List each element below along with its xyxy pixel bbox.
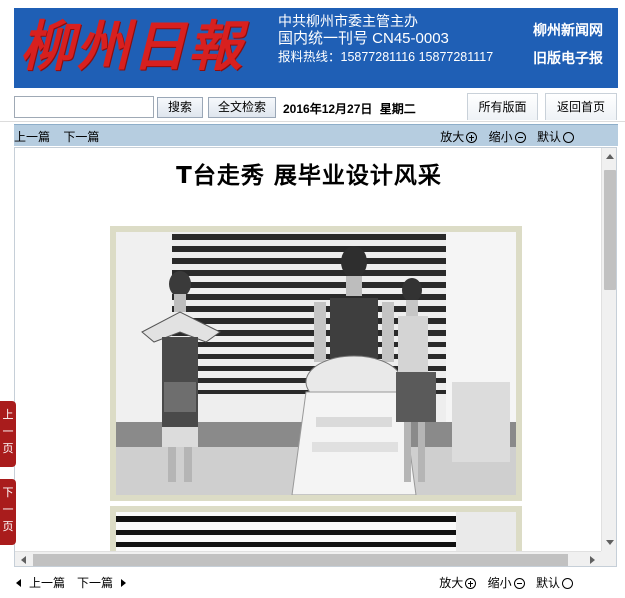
zoom-out-control-bottom[interactable]: 缩小: [488, 576, 525, 590]
minus-icon: [514, 132, 526, 143]
article-toolbar-bottom: 上一篇 下一篇 放大 缩小 默认: [0, 568, 625, 594]
next-article-link[interactable]: 下一篇: [63, 130, 99, 144]
scroll-down-arrow-icon[interactable]: [606, 540, 614, 545]
prev-article-link[interactable]: 上一篇: [14, 130, 50, 144]
zoom-default-control-bottom[interactable]: 默认: [536, 576, 573, 590]
scroll-left-arrow-icon[interactable]: [21, 556, 26, 564]
minus-icon: [513, 578, 525, 589]
horizontal-scrollbar[interactable]: [15, 551, 601, 566]
search-button[interactable]: 搜索: [157, 97, 203, 118]
issn-line: 国内统一刊号 CN45-0003: [278, 30, 449, 47]
zoom-out-label-bottom: 缩小: [487, 576, 512, 590]
plus-icon: [466, 132, 478, 143]
next-page-tab[interactable]: 下一页: [0, 479, 16, 545]
circle-icon: [562, 578, 573, 589]
news-site-link[interactable]: 柳州新闻网: [526, 16, 610, 44]
article-toolbar-top: 上一篇 下一篇 放大 缩小 默认: [14, 124, 618, 146]
zoom-in-control[interactable]: 放大: [440, 130, 478, 144]
zoom-out-control[interactable]: 缩小: [489, 130, 526, 144]
prev-page-tab[interactable]: 上一页: [0, 401, 16, 467]
header-banner: 柳州日報 中共柳州市委主管主办 国内统一刊号 CN45-0003 报料热线：15…: [14, 8, 618, 88]
banner-links: 柳州新闻网 旧版电子报: [526, 16, 610, 72]
article-title: T台走秀 展毕业设计风采: [176, 163, 442, 189]
article-content-frame: T台走秀 展毕业设计风采: [14, 147, 617, 567]
runway-photo-illustration: [116, 232, 516, 495]
triangle-right-icon: [121, 579, 127, 587]
zoom-out-label: 缩小: [488, 130, 513, 144]
newspaper-logo[interactable]: 柳州日報: [14, 8, 276, 88]
hotline-line: 报料热线：15877281116 15877281117: [278, 50, 494, 64]
old-edition-link[interactable]: 旧版电子报: [526, 44, 610, 72]
search-input[interactable]: [14, 96, 154, 118]
next-article-link-bottom[interactable]: 下一篇: [77, 576, 113, 590]
article-nav-bottom: 上一篇 下一篇: [16, 574, 127, 591]
zoom-in-label: 放大: [440, 130, 465, 144]
zoom-controls-top: 放大 缩小 默认: [432, 128, 574, 145]
zoom-default-control[interactable]: 默认: [537, 130, 574, 144]
prev-page-label: 上一页: [2, 409, 14, 455]
circle-icon: [563, 132, 574, 143]
triangle-left-icon: [16, 579, 21, 587]
date-value: 2016年12月27日: [283, 102, 373, 116]
article-photo[interactable]: [116, 232, 516, 495]
return-home-button[interactable]: 返回首页: [545, 93, 617, 120]
prev-article-link-bottom[interactable]: 上一篇: [29, 576, 65, 590]
zoom-default-label-bottom: 默认: [535, 576, 560, 590]
zoom-controls-bottom: 放大 缩小 默认: [431, 574, 573, 591]
article-nav-top: 上一篇 下一篇: [14, 128, 109, 145]
horizontal-scroll-thumb[interactable]: [33, 554, 568, 566]
scroll-up-arrow-icon[interactable]: [606, 154, 614, 159]
scrollbar-corner: [601, 551, 616, 566]
zoom-in-control-bottom[interactable]: 放大: [439, 576, 477, 590]
all-pages-button[interactable]: 所有版面: [467, 93, 538, 120]
zoom-default-label: 默认: [536, 130, 561, 144]
article-photo-frame: [110, 226, 522, 501]
weekday-value: 星期二: [379, 102, 416, 116]
vertical-scroll-thumb[interactable]: [604, 170, 616, 290]
search-bar: 搜索 全文检索 2016年12月27日 星期二 所有版面 返回首页: [0, 92, 625, 122]
publication-info: 中共柳州市委主管主办 国内统一刊号 CN45-0003 报料热线：1587728…: [278, 12, 493, 66]
supervisor-line: 中共柳州市委主管主办: [278, 13, 418, 29]
scroll-right-arrow-icon[interactable]: [590, 556, 595, 564]
fulltext-search-button[interactable]: 全文检索: [208, 97, 276, 118]
logo-text: 柳州日報: [20, 14, 244, 78]
zoom-in-label-bottom: 放大: [439, 576, 464, 590]
issue-date: 2016年12月27日 星期二: [283, 100, 416, 117]
next-page-label: 下一页: [2, 487, 14, 533]
plus-icon: [465, 578, 477, 589]
vertical-scrollbar[interactable]: [601, 148, 616, 551]
